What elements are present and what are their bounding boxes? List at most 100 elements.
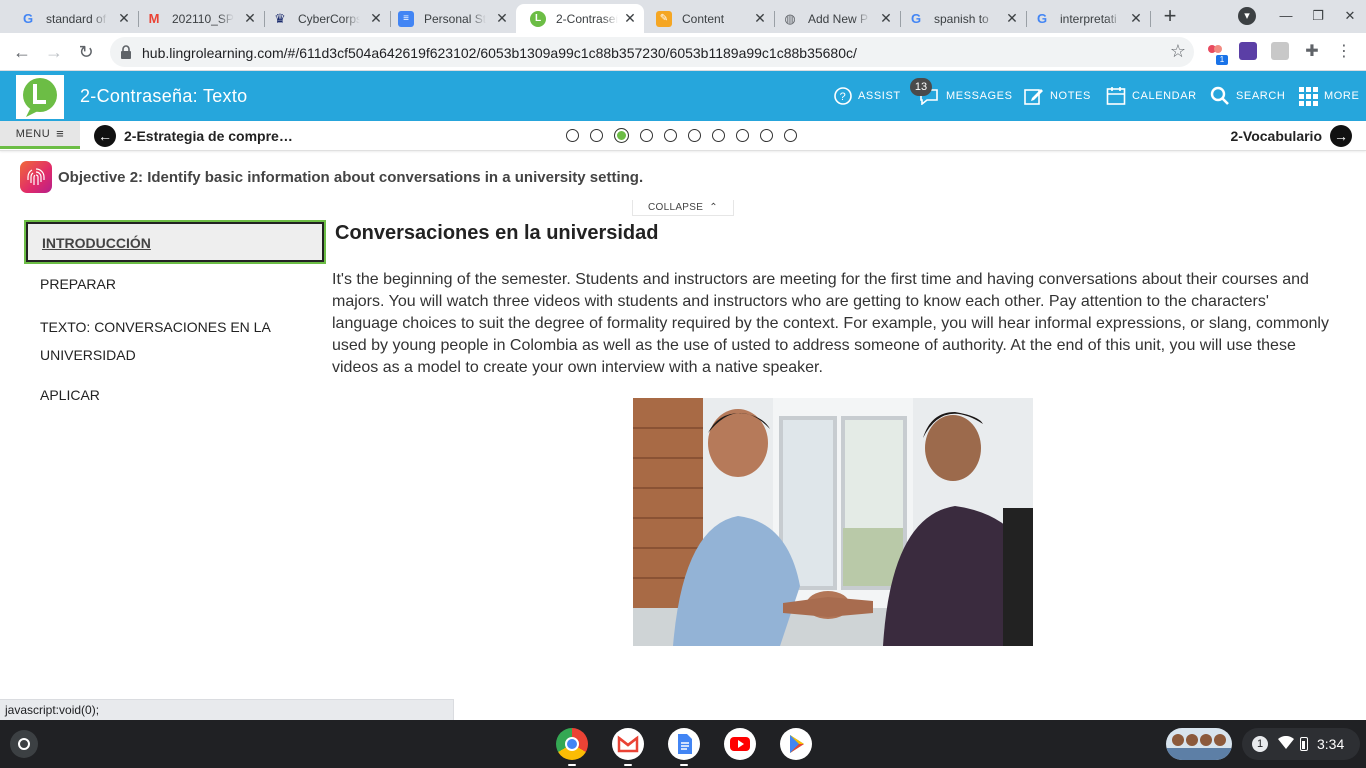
tab-title: 2-Contraseñ bbox=[556, 11, 618, 26]
page-dot[interactable] bbox=[784, 129, 797, 142]
students-handshake-image bbox=[633, 398, 1033, 646]
objective-banner: Objective 2: Identify basic information … bbox=[20, 161, 643, 193]
next-arrow-icon[interactable]: → bbox=[1330, 125, 1352, 147]
globe-icon: ◍ bbox=[784, 10, 796, 26]
minimize-icon[interactable]: — bbox=[1276, 6, 1296, 26]
collapse-label: COLLAPSE bbox=[648, 202, 704, 213]
google-icon: G bbox=[1036, 11, 1048, 26]
lingro-logo[interactable] bbox=[16, 75, 64, 119]
notes-button[interactable]: NOTES bbox=[1024, 71, 1091, 121]
browser-tab[interactable]: M 202110_SP ✕ bbox=[132, 4, 265, 33]
close-window-icon[interactable]: ✕ bbox=[1340, 6, 1360, 26]
page-dot[interactable] bbox=[712, 129, 725, 142]
browser-tab[interactable]: ◍ Add New P ✕ bbox=[768, 4, 901, 33]
running-indicator bbox=[568, 764, 576, 766]
close-tab-icon[interactable]: ✕ bbox=[242, 10, 258, 26]
page-dot[interactable] bbox=[760, 129, 773, 142]
translate-extension-icon[interactable] bbox=[1271, 42, 1289, 60]
holding-space-thumbnails[interactable] bbox=[1166, 728, 1232, 760]
tab-title: Content bbox=[682, 11, 725, 26]
calendar-button[interactable]: CALENDAR bbox=[1106, 71, 1197, 121]
page-dot[interactable] bbox=[640, 129, 653, 142]
chrome-icon[interactable] bbox=[556, 728, 588, 760]
close-tab-icon[interactable]: ✕ bbox=[494, 10, 510, 26]
tab-title: interpretati bbox=[1060, 11, 1117, 26]
section-item-aplicar[interactable]: APLICAR bbox=[26, 381, 324, 409]
tab-title: spanish to bbox=[934, 11, 989, 26]
app-header: 2-Contraseña: Texto ? ASSIST MESSAGES NO… bbox=[0, 71, 1366, 121]
google-icon: G bbox=[22, 11, 34, 26]
reload-icon[interactable]: ↻ bbox=[74, 40, 98, 64]
browser-tab-strip: G standard of ✕ M 202110_SP ✕ ♛ CyberCor… bbox=[0, 0, 1366, 33]
grid-icon bbox=[1299, 87, 1318, 106]
search-button[interactable]: SEARCH bbox=[1210, 71, 1285, 121]
close-tab-icon[interactable]: ✕ bbox=[1128, 10, 1144, 26]
notification-count: 1 bbox=[1252, 736, 1268, 752]
tab-title: Personal St bbox=[424, 11, 486, 26]
tab-search-icon[interactable]: ▾ bbox=[1238, 7, 1256, 25]
section-item-texto[interactable]: TEXTO: CONVERSACIONES EN LA UNIVERSIDAD bbox=[26, 313, 276, 369]
more-label: MORE bbox=[1324, 90, 1360, 102]
forward-icon[interactable]: → bbox=[42, 40, 66, 64]
browser-tab[interactable]: G standard of ✕ bbox=[6, 4, 139, 33]
chrome-menu-icon[interactable]: ⋮ bbox=[1332, 40, 1356, 64]
browser-tab[interactable]: ✎ Content ✕ bbox=[642, 4, 775, 33]
browser-tab[interactable]: ♛ CyberCorps ✕ bbox=[258, 4, 391, 33]
play-store-icon[interactable] bbox=[780, 728, 812, 760]
close-tab-icon[interactable]: ✕ bbox=[878, 10, 894, 26]
browser-tab[interactable]: G interpretati ✕ bbox=[1020, 4, 1151, 33]
system-tray[interactable]: 1 3:34 bbox=[1242, 728, 1360, 760]
close-tab-icon[interactable]: ✕ bbox=[1004, 10, 1020, 26]
help-circle-icon: ? bbox=[834, 87, 852, 105]
browser-tab[interactable]: ≡ Personal St ✕ bbox=[384, 4, 516, 33]
page-dot[interactable] bbox=[736, 129, 749, 142]
tab-title: Add New P bbox=[808, 11, 869, 26]
page-title: 2-Contraseña: Texto bbox=[80, 86, 248, 106]
extension-badge: 1 bbox=[1216, 55, 1228, 65]
close-tab-icon[interactable]: ✕ bbox=[752, 10, 768, 26]
prev-section-link[interactable]: 2-Estrategia de compre… bbox=[124, 128, 293, 144]
back-icon[interactable]: ← bbox=[10, 40, 34, 64]
gmail-icon[interactable] bbox=[612, 728, 644, 760]
notes-label: NOTES bbox=[1050, 90, 1091, 102]
address-bar[interactable]: hub.lingrolearning.com/#/611d3cf504a6426… bbox=[110, 37, 1194, 67]
page-dot[interactable] bbox=[688, 129, 701, 142]
page-dot[interactable] bbox=[664, 129, 677, 142]
browser-tab[interactable]: G spanish to ✕ bbox=[894, 4, 1027, 33]
bookmark-star-icon[interactable]: ☆ bbox=[1170, 41, 1186, 62]
prev-arrow-icon[interactable]: ← bbox=[94, 125, 116, 147]
next-section-link[interactable]: 2-Vocabulario bbox=[1230, 128, 1322, 144]
tab-title: CyberCorps bbox=[298, 11, 360, 26]
new-tab-button[interactable]: + bbox=[1159, 5, 1181, 28]
restore-icon[interactable]: ❐ bbox=[1308, 6, 1328, 26]
lesson-navigation-bar: MENU ≡ ← 2-Estrategia de compre… 2-Vocab… bbox=[0, 121, 1366, 151]
running-indicator bbox=[680, 764, 688, 766]
section-item-preparar[interactable]: PREPARAR bbox=[26, 270, 324, 298]
browser-toolbar: ← → ↻ hub.lingrolearning.com/#/611d3cf50… bbox=[0, 33, 1366, 71]
gmail-icon: M bbox=[148, 11, 160, 26]
calendar-label: CALENDAR bbox=[1132, 90, 1197, 102]
edit-note-icon bbox=[1024, 89, 1043, 105]
menu-button[interactable]: MENU ≡ bbox=[0, 121, 80, 149]
close-tab-icon[interactable]: ✕ bbox=[368, 10, 384, 26]
search-label: SEARCH bbox=[1236, 90, 1286, 102]
messages-button[interactable]: MESSAGES bbox=[918, 71, 1013, 121]
page-dot-current[interactable] bbox=[614, 128, 629, 143]
collapse-button[interactable]: COLLAPSE ⌃ bbox=[632, 200, 734, 216]
assist-button[interactable]: ? ASSIST bbox=[834, 71, 901, 121]
docs-icon[interactable] bbox=[668, 728, 700, 760]
more-button[interactable]: MORE bbox=[1298, 71, 1359, 121]
page-dot[interactable] bbox=[566, 129, 579, 142]
calendar-extension-icon[interactable] bbox=[1239, 42, 1257, 60]
running-indicator bbox=[624, 764, 632, 766]
extensions-puzzle-icon[interactable]: ✚ bbox=[1300, 40, 1324, 64]
close-tab-icon[interactable]: ✕ bbox=[116, 10, 132, 26]
launcher-icon[interactable] bbox=[10, 730, 38, 758]
svg-text:?: ? bbox=[840, 91, 847, 103]
close-tab-icon[interactable]: ✕ bbox=[622, 10, 638, 26]
browser-tab-active[interactable]: L 2-Contraseñ ✕ bbox=[516, 4, 644, 33]
page-dot[interactable] bbox=[590, 129, 603, 142]
youtube-icon[interactable] bbox=[724, 728, 756, 760]
section-item-introduccion[interactable]: INTRODUCCIÓN bbox=[26, 222, 324, 262]
assist-label: ASSIST bbox=[858, 90, 901, 102]
